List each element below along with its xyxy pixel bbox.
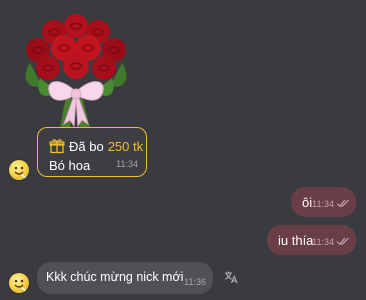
message-time: 11:34 bbox=[312, 237, 334, 247]
message-time: 11:34 bbox=[312, 199, 334, 209]
outgoing-message[interactable]: ôi 11:34 bbox=[291, 187, 356, 217]
message-text: iu thía bbox=[278, 233, 314, 248]
double-check-icon bbox=[336, 199, 349, 208]
smiley-avatar-icon bbox=[14, 166, 27, 179]
chat-view: Đã bo 250 tk Bó hoa 11:34 ôi 11:34 iu th… bbox=[0, 0, 366, 300]
gift-message[interactable]: Đã bo 250 tk Bó hoa 11:34 bbox=[37, 127, 147, 177]
rose-bouquet-sticker[interactable] bbox=[20, 8, 132, 130]
gift-name: Bó hoa bbox=[49, 158, 91, 173]
gift-icon bbox=[49, 138, 65, 154]
incoming-message[interactable]: Kkk chúc mừng nick mới 11:36 bbox=[37, 262, 213, 294]
gift-amount: 250 tk bbox=[107, 138, 144, 154]
message-time: 11:36 bbox=[184, 277, 206, 287]
message-text: Kkk chúc mừng nick mới bbox=[46, 270, 184, 284]
gift-header: Đã bo 250 tk bbox=[49, 138, 143, 154]
double-check-icon bbox=[336, 237, 349, 246]
translate-icon[interactable] bbox=[224, 270, 238, 284]
avatar[interactable] bbox=[9, 273, 29, 293]
message-time: 11:34 bbox=[116, 159, 138, 169]
outgoing-message[interactable]: iu thía 11:34 bbox=[267, 225, 356, 255]
avatar[interactable] bbox=[9, 160, 29, 180]
message-text: ôi bbox=[302, 195, 313, 210]
gift-action-label: Đã bo bbox=[69, 138, 104, 154]
smiley-avatar-icon bbox=[14, 279, 27, 292]
